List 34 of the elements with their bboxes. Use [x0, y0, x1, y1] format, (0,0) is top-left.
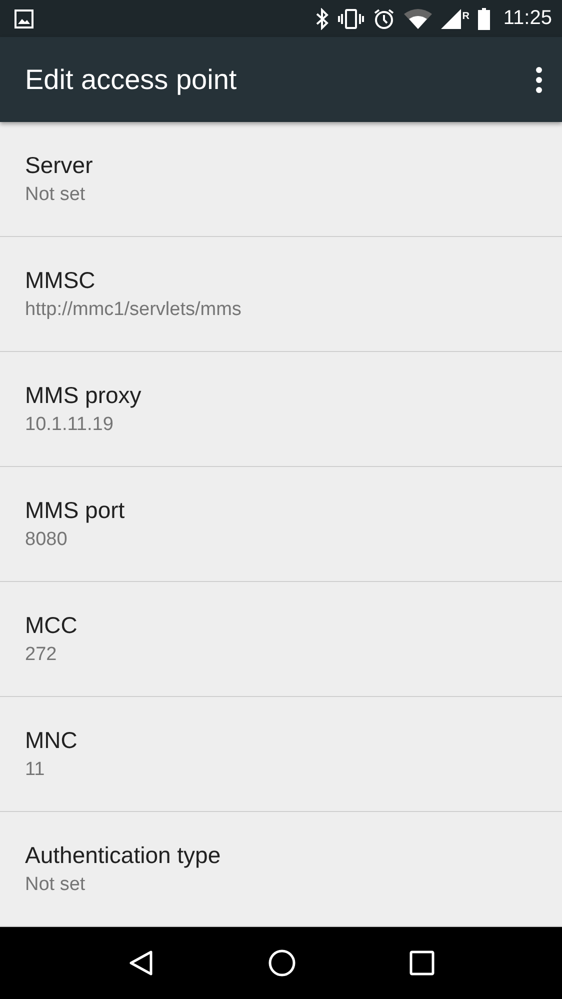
setting-item[interactable]: MMSC http://mmc1/servlets/mms [0, 236, 562, 352]
toolbar-title: Edit access point [25, 64, 237, 96]
roaming-indicator: R [462, 11, 470, 22]
battery-icon [478, 8, 490, 30]
setting-summary: Not set [25, 184, 86, 206]
setting-title: Server [25, 152, 94, 179]
setting-summary: Not set [25, 874, 86, 896]
signal-icon [441, 8, 462, 29]
setting-item[interactable]: MMS proxy 10.1.11.19 [0, 352, 562, 467]
setting-title: MCC [25, 612, 78, 639]
image-icon [14, 8, 34, 29]
setting-summary: http://mmc1/servlets/mms [25, 298, 242, 321]
alarm-clock-icon [373, 8, 396, 30]
home-button[interactable] [268, 948, 296, 977]
setting-title: Authentication type [25, 842, 222, 869]
vibrate-icon [338, 8, 364, 29]
recent-apps-button[interactable] [409, 950, 436, 976]
more-options-icon[interactable] [536, 66, 542, 93]
setting-title: MMSC [25, 266, 96, 294]
setting-title: MMS proxy [25, 382, 142, 409]
setting-item[interactable]: MCC 272 [0, 582, 562, 697]
setting-item[interactable]: Server Not set [0, 122, 562, 237]
setting-summary: 10.1.11.19 [25, 414, 114, 436]
back-button[interactable] [126, 948, 155, 977]
setting-item[interactable]: MMS port 8080 [0, 466, 562, 582]
setting-title: MNC [25, 726, 78, 754]
setting-summary: 11 [25, 758, 46, 781]
setting-summary: 8080 [25, 528, 68, 551]
clock-time: 11:25 [503, 7, 552, 30]
wifi-icon [404, 8, 432, 29]
bluetooth-icon [315, 8, 330, 30]
setting-summary: 272 [25, 644, 58, 666]
setting-title: MMS port [25, 496, 126, 524]
setting-item[interactable]: MNC 11 [0, 696, 562, 812]
